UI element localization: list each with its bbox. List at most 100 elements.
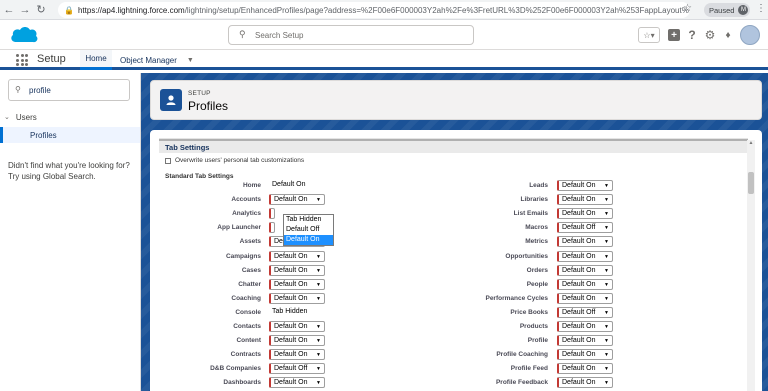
chevron-down-icon: ▼ xyxy=(604,338,609,345)
avatar[interactable] xyxy=(740,25,760,45)
url-path: /lightning/setup/EnhancedProfiles/page?a… xyxy=(184,5,690,15)
tab-visibility-select[interactable]: Default On ▼ xyxy=(269,292,325,304)
select-value: Default On xyxy=(274,266,308,274)
tab-visibility-select[interactable]: Default On ▼ xyxy=(557,278,613,290)
tab-row-label: D&B Companies xyxy=(210,365,261,373)
tab-visibility-select[interactable]: Default On ▼ xyxy=(269,194,325,206)
tab-visibility-select[interactable]: Default On ▼ xyxy=(557,194,613,206)
app-launcher-icon[interactable] xyxy=(16,54,28,66)
tab-visibility-select[interactable]: Default Off ▼ xyxy=(557,222,613,234)
chevron-down-icon[interactable]: ▼ xyxy=(187,57,194,64)
salesforce-logo[interactable] xyxy=(8,24,40,46)
tab-visibility-select[interactable]: Default On ▼ xyxy=(269,264,325,276)
not-found-text: Didn't find what you're looking for? Try… xyxy=(8,161,130,181)
address-bar[interactable]: 🔒 https://ap4.lightning.force.com /light… xyxy=(58,2,690,18)
chevron-down-icon: ▼ xyxy=(316,281,321,288)
tab-visibility-select[interactable]: Default On ▼ xyxy=(557,236,613,248)
tab-visibility-dropdown[interactable]: Tab Hidden Default Off Default On xyxy=(283,214,334,246)
browser-menu-icon[interactable]: ⋮ xyxy=(756,3,766,14)
tab-row-label: Profile Feed xyxy=(510,365,548,373)
tab-row-label: Contacts xyxy=(233,323,261,330)
tab-settings-section: Tab Settings Overwrite users' personal t… xyxy=(159,138,748,391)
profile-paused-button[interactable]: Paused M xyxy=(704,3,750,17)
tab-row-label: Orders xyxy=(526,266,548,274)
back-icon[interactable]: ← xyxy=(2,4,16,16)
tab-visibility-select-obscured[interactable] xyxy=(269,222,275,234)
tab-visibility-select[interactable]: Default On ▼ xyxy=(557,264,613,276)
scrollbar-thumb[interactable] xyxy=(748,172,754,194)
tab-row-label: Accounts xyxy=(231,196,261,204)
tab-visibility-select[interactable]: Default On ▼ xyxy=(269,349,325,361)
quick-find-input[interactable]: ⚲ profile xyxy=(8,79,130,101)
tab-static-value: Default On xyxy=(272,181,306,188)
global-actions-icon[interactable]: + xyxy=(668,29,680,41)
chevron-down-icon: ▼ xyxy=(604,197,609,204)
chevron-down-icon: ▼ xyxy=(604,309,609,316)
chevron-down-icon: ▼ xyxy=(604,366,609,373)
bell-icon[interactable]: ♦ xyxy=(722,27,734,43)
select-value: Default On xyxy=(562,182,596,189)
select-value: Default On xyxy=(274,337,308,345)
tab-row-label: Content xyxy=(236,337,261,345)
forward-icon[interactable]: → xyxy=(18,4,32,16)
tab-visibility-select[interactable]: Default On ▼ xyxy=(269,335,325,347)
dropdown-option[interactable]: Default Off xyxy=(284,225,333,235)
tab-object-manager-label: Object Manager xyxy=(120,55,177,65)
gear-icon[interactable]: ⚙ xyxy=(704,27,716,43)
favorites-icon[interactable]: ☆▾ xyxy=(638,27,660,43)
reload-icon[interactable]: ↻ xyxy=(34,3,48,16)
tab-visibility-select[interactable]: Default On ▼ xyxy=(557,180,613,191)
tab-visibility-select[interactable]: Default On ▼ xyxy=(269,278,325,290)
help-icon[interactable]: ? xyxy=(686,27,698,43)
tab-visibility-select[interactable]: Default On ▼ xyxy=(557,292,613,304)
tab-visibility-select[interactable]: Default On ▼ xyxy=(269,377,325,389)
overwrite-label: Overwrite users' personal tab customizat… xyxy=(175,157,305,164)
overwrite-checkbox[interactable] xyxy=(165,157,171,164)
tab-row-label: Metrics xyxy=(525,238,548,246)
tab-object-manager[interactable]: Object Manager ▼ xyxy=(120,50,194,70)
tree-item-profiles[interactable]: Profiles xyxy=(0,127,140,143)
tab-row-label: Products xyxy=(519,323,548,330)
chevron-down-icon: ▼ xyxy=(316,295,321,302)
tab-visibility-select[interactable]: Default Off ▼ xyxy=(557,306,613,318)
tab-visibility-select[interactable]: Default On ▼ xyxy=(269,250,325,262)
tab-home[interactable]: Home xyxy=(80,50,112,70)
breadcrumb: SETUP xyxy=(188,90,211,97)
tab-visibility-select[interactable]: Default On ▼ xyxy=(557,349,613,361)
tab-visibility-select[interactable]: Default On ▼ xyxy=(557,250,613,262)
select-value: Default On xyxy=(562,294,596,302)
scroll-up-icon[interactable]: ▲ xyxy=(747,140,755,148)
tab-visibility-select[interactable]: Default Off ▼ xyxy=(269,363,325,375)
select-value: Default On xyxy=(562,351,596,359)
scrollbar[interactable]: ▲ xyxy=(747,140,755,391)
overwrite-checkbox-row[interactable]: Overwrite users' personal tab customizat… xyxy=(165,157,304,164)
select-value: Default Off xyxy=(562,224,596,232)
tab-visibility-select[interactable]: Default On ▼ xyxy=(557,208,613,220)
tab-row-label: Performance Cycles xyxy=(485,294,548,302)
tab-visibility-select[interactable]: Default On ▼ xyxy=(557,321,613,332)
tab-visibility-select-obscured[interactable] xyxy=(269,208,275,220)
select-value: Default On xyxy=(562,252,596,260)
chevron-down-icon: ▼ xyxy=(316,366,321,373)
tab-row-label: Assets xyxy=(239,238,261,246)
tree-item-users[interactable]: ⌄ Users xyxy=(4,113,37,122)
tab-row-label: Console xyxy=(235,308,261,316)
dropdown-option-selected[interactable]: Default On xyxy=(284,235,333,245)
global-header: ⚲ Search Setup ☆▾ + ? ⚙ ♦ xyxy=(0,20,768,50)
search-icon: ⚲ xyxy=(239,29,246,39)
profile-icon xyxy=(160,89,182,111)
bookmark-star-icon[interactable]: ☆ xyxy=(683,3,692,14)
tab-visibility-select[interactable]: Default On ▼ xyxy=(269,321,325,332)
tab-visibility-select[interactable]: Default On ▼ xyxy=(557,363,613,375)
tab-visibility-select[interactable]: Default On ▼ xyxy=(557,377,613,389)
standard-tab-settings-label: Standard Tab Settings xyxy=(165,173,234,180)
select-value: Default On xyxy=(562,280,596,288)
global-search-input[interactable]: ⚲ Search Setup xyxy=(228,25,474,45)
dropdown-option[interactable]: Tab Hidden xyxy=(284,215,333,225)
tab-static-value: Tab Hidden xyxy=(272,307,308,315)
chevron-down-icon: ▼ xyxy=(604,183,609,189)
app-name: Setup xyxy=(37,53,66,65)
tab-visibility-select[interactable]: Default On ▼ xyxy=(557,335,613,347)
chevron-down-icon: ▼ xyxy=(316,338,321,345)
chevron-down-icon: ⌄ xyxy=(4,114,10,121)
